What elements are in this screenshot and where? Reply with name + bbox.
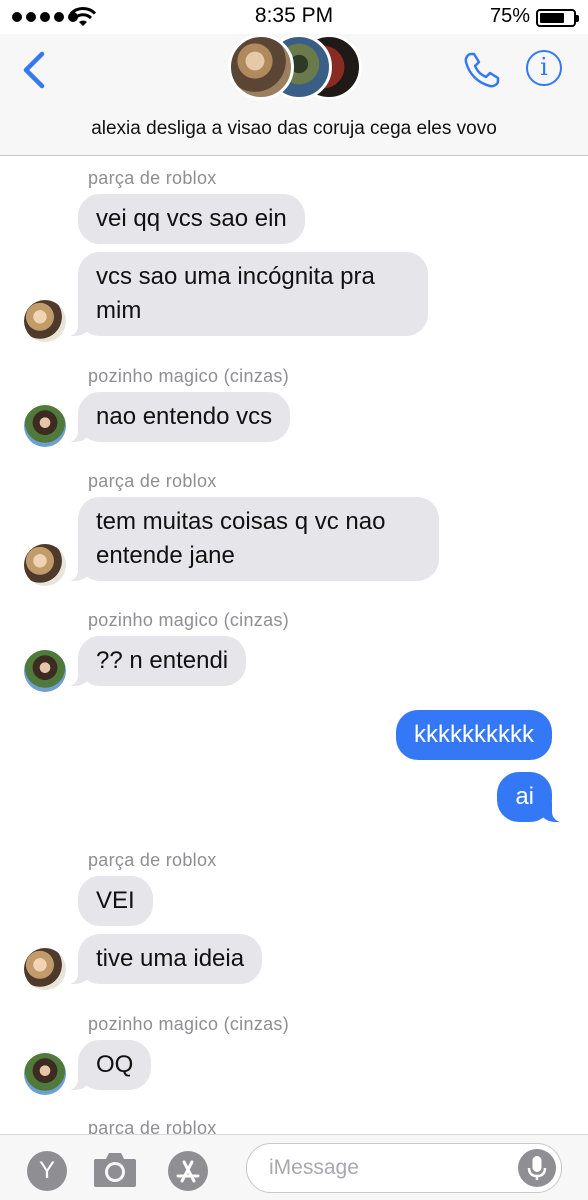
avatar[interactable] — [24, 948, 66, 990]
avatar[interactable] — [24, 1053, 66, 1095]
status-bar: 8:35 PM 75% — [0, 0, 588, 34]
incoming-message[interactable]: ?? n entendi — [67, 636, 247, 686]
phone-icon[interactable] — [462, 50, 502, 90]
apps-icon[interactable]: Y — [27, 1151, 67, 1191]
microphone-icon[interactable] — [518, 1149, 556, 1187]
sender-name: parça de roblox — [88, 168, 217, 188]
incoming-message[interactable]: nao entendo vcs — [67, 392, 291, 442]
incoming-message[interactable]: vei qq vcs sao ein — [78, 194, 305, 244]
compose-bar: Y iMessage — [0, 1134, 588, 1200]
incoming-message[interactable]: vcs sao uma incógnita pra mim — [68, 252, 428, 336]
app-store-icon[interactable] — [168, 1151, 208, 1191]
back-chevron-icon[interactable] — [20, 50, 50, 90]
outgoing-message[interactable]: ai — [497, 772, 562, 822]
incoming-message[interactable]: tem muitas coisas q vc nao entende jane — [68, 497, 439, 581]
sender-name: pozinho magico (cinzas) — [88, 1014, 289, 1034]
info-icon[interactable]: i — [526, 50, 562, 86]
conversation-header: i alexia desliga a visao das coruja cega… — [0, 34, 588, 156]
sender-name: pozinho magico (cinzas) — [88, 366, 289, 386]
group-name[interactable]: alexia desliga a visao das coruja cega e… — [0, 118, 588, 140]
message-list[interactable]: parça de roblox vei qq vcs sao ein vcs s… — [0, 156, 588, 1134]
group-avatar — [228, 34, 294, 100]
camera-icon[interactable] — [92, 1149, 138, 1189]
sender-name: parça de roblox — [88, 1118, 217, 1134]
sender-name: pozinho magico (cinzas) — [88, 610, 289, 630]
battery-icon — [536, 9, 579, 27]
sender-name: parça de roblox — [88, 850, 217, 870]
incoming-message[interactable]: tive uma ideia — [67, 934, 263, 984]
outgoing-message[interactable]: kkkkkkkkkk — [396, 710, 552, 760]
avatar[interactable] — [24, 544, 66, 586]
message-input[interactable]: iMessage — [246, 1143, 562, 1193]
avatar[interactable] — [24, 650, 66, 692]
avatar[interactable] — [24, 405, 66, 447]
incoming-message[interactable]: OQ — [67, 1040, 152, 1090]
incoming-message[interactable]: VEI — [78, 876, 153, 926]
group-avatars[interactable] — [228, 34, 368, 104]
battery-percentage: 75% — [489, 5, 530, 27]
sender-name: parça de roblox — [88, 471, 217, 491]
avatar[interactable] — [24, 300, 66, 342]
message-input-placeholder: iMessage — [269, 1156, 359, 1179]
